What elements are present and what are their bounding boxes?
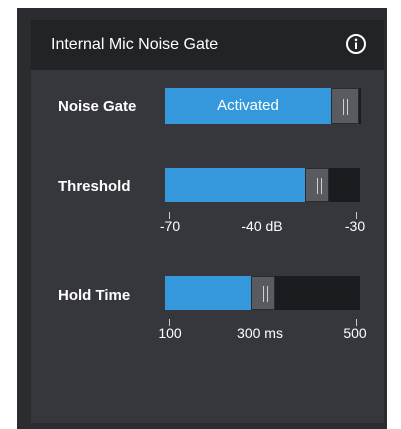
noise-gate-label: Noise Gate [58, 98, 137, 115]
threshold-fill [165, 168, 305, 202]
threshold-handle[interactable] [305, 168, 329, 202]
hold-time-value-label: 300 ms [237, 325, 283, 341]
panel-title: Internal Mic Noise Gate [51, 36, 219, 53]
hold-time-slider[interactable] [165, 276, 360, 310]
info-icon[interactable] [345, 33, 367, 55]
hold-time-handle[interactable] [251, 276, 275, 310]
threshold-min-label: -70 [159, 218, 181, 234]
toggle-state: Activated [217, 97, 279, 114]
hold-time-min-label: 100 [158, 325, 182, 341]
noise-gate-toggle[interactable]: Activated [165, 88, 361, 124]
hold-time-fill [165, 276, 251, 310]
toggle-handle[interactable] [331, 88, 359, 124]
panel-header: Internal Mic Noise Gate [31, 20, 384, 70]
hold-time-max-label: 500 [343, 325, 367, 341]
threshold-value-label: -40 dB [241, 218, 283, 234]
hold-time-label: Hold Time [58, 287, 131, 304]
threshold-max-label: -30 [344, 218, 366, 234]
noise-gate-panel [31, 20, 384, 423]
threshold-slider[interactable] [165, 168, 360, 202]
threshold-label: Threshold [58, 178, 131, 195]
